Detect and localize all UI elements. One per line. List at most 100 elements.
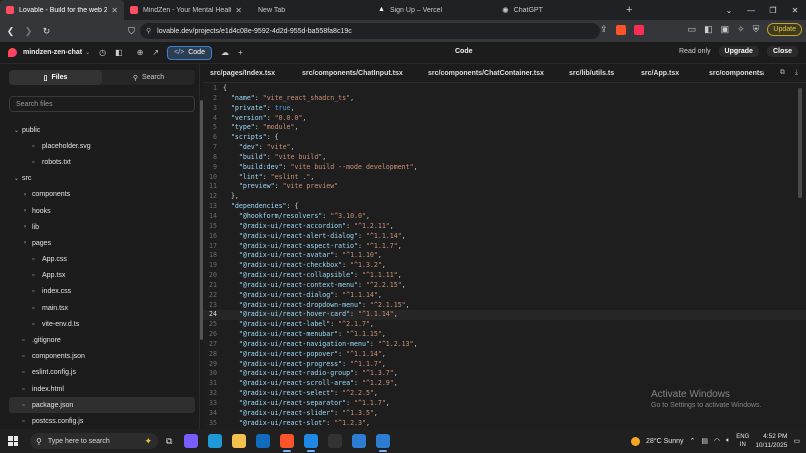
network-icon[interactable]: ▤ — [701, 437, 708, 445]
file-tree-item[interactable]: ▫ vite-env.d.ts — [0, 316, 200, 332]
brave-rewards-icon[interactable] — [633, 24, 644, 35]
code-line[interactable]: 30 "@radix-ui/react-radio-group": "^1.3.… — [203, 369, 806, 379]
brave-shields-icon[interactable] — [615, 24, 626, 35]
code-line[interactable]: 26 "@radix-ui/react-menubar": "^1.1.15", — [203, 330, 806, 340]
file-tree-item[interactable]: › hooks — [0, 203, 200, 219]
code-line[interactable]: 25 "@radix-ui/react-label": "^2.1.7", — [203, 320, 806, 330]
code-line[interactable]: 17 "@radix-ui/react-aspect-ratio": "^1.1… — [203, 242, 806, 252]
wallet-icon[interactable]: ▣ — [721, 24, 730, 35]
code-line[interactable]: 13 "dependencies": { — [203, 202, 806, 212]
editor-tab[interactable]: src/components/ — [709, 70, 764, 77]
code-line[interactable]: 1{ — [203, 84, 806, 94]
code-line[interactable]: 35 "@radix-ui/react-slot": "^1.2.3", — [203, 419, 806, 429]
code-line[interactable]: 15 "@radix-ui/react-accordion": "^1.2.11… — [203, 222, 806, 232]
editor-tab[interactable]: src/pages/Index.tsx — [210, 70, 275, 77]
add-icon[interactable]: + — [238, 48, 243, 57]
tab-search[interactable]: ⚲ Search — [102, 70, 195, 85]
code-line[interactable]: 31 "@radix-ui/react-scroll-area": "^1.2.… — [203, 379, 806, 389]
code-line[interactable]: 21 "@radix-ui/react-context-menu": "^2.2… — [203, 281, 806, 291]
history-icon[interactable]: ◷ — [99, 48, 106, 57]
file-tree-item[interactable]: ▫ robots.txt — [0, 154, 200, 170]
code-button[interactable]: </> Code — [167, 45, 212, 60]
code-line[interactable]: 24 "@radix-ui/react-hover-card": "^1.1.1… — [203, 310, 806, 321]
code-line[interactable]: 12 }, — [203, 192, 806, 202]
code-line[interactable]: 3 "private": true, — [203, 104, 806, 114]
globe-icon[interactable]: ⊕ — [137, 48, 144, 57]
task-view-icon[interactable]: ⧉ — [166, 436, 172, 447]
code-line[interactable]: 11 "preview": "vite preview" — [203, 182, 806, 192]
minimize-icon[interactable]: — — [740, 6, 762, 15]
code-line[interactable]: 29 "@radix-ui/react-progress": "^1.1.7", — [203, 360, 806, 370]
file-tree-item[interactable]: ▫ App.css — [0, 252, 200, 268]
code-line[interactable]: 8 "build": "vite build", — [203, 153, 806, 163]
taskbar-search[interactable]: ⚲ Type here to search ✦ — [30, 433, 158, 449]
taskbar-app-copilot-icon[interactable] — [184, 434, 199, 448]
code-line[interactable]: 19 "@radix-ui/react-checkbox": "^1.3.2", — [203, 261, 806, 271]
code-lines[interactable]: 1{2 "name": "vite_react_shadcn_ts", 3 "pr… — [203, 84, 806, 429]
weather-sun-icon[interactable] — [631, 436, 641, 446]
code-line[interactable]: 20 "@radix-ui/react-collapsible": "^1.1.… — [203, 271, 806, 281]
close-tab-icon[interactable]: ✕ — [231, 6, 242, 15]
chevron-down-icon[interactable]: ⌄ — [85, 49, 90, 56]
file-tree-item[interactable]: ▫ index.css — [0, 284, 200, 300]
language-indicator[interactable]: ENG IN — [736, 433, 749, 449]
search-files-input[interactable]: Search files — [9, 96, 195, 112]
code-line[interactable]: 5 "type": "module", — [203, 123, 806, 133]
browser-tab-chatgpt[interactable]: ✺ ChatGPT — [496, 0, 620, 20]
leo-ai-icon[interactable]: ✧ — [737, 24, 745, 35]
code-line[interactable]: 22 "@radix-ui/react-dialog": "^1.1.14", — [203, 291, 806, 301]
sidebar-icon[interactable]: ◧ — [704, 24, 713, 35]
lovable-logo-icon[interactable] — [8, 48, 17, 57]
file-tree-item[interactable]: ⌄ public — [0, 122, 200, 138]
file-tree-item[interactable]: ▫ package.json — [9, 397, 195, 414]
bookmark-icon[interactable]: ⛉ — [124, 26, 139, 37]
project-name[interactable]: mindzen-zen-chat — [23, 49, 82, 56]
close-window-icon[interactable]: ✕ — [784, 6, 806, 15]
windows-start-icon[interactable] — [8, 436, 18, 446]
weather-text[interactable]: 28°C Sunny — [646, 438, 683, 445]
editor-tab[interactable]: src/components/ChatInput.tsx — [302, 70, 403, 77]
taskbar-app-edge-icon[interactable] — [208, 434, 223, 448]
file-tree-item[interactable]: ▫ placeholder.svg — [0, 138, 200, 154]
code-line[interactable]: 6 "scripts": { — [203, 133, 806, 143]
cloud-icon[interactable]: ☁ — [221, 48, 229, 57]
download-icon[interactable]: ⤓ — [795, 69, 798, 77]
browser-tab-mindzen[interactable]: MindZen - Your Mental Health Comp ✕ — [124, 0, 248, 20]
taskbar-app-vscode-icon[interactable] — [304, 434, 319, 452]
update-button[interactable]: Update — [767, 23, 802, 36]
file-tree-item[interactable]: › pages — [0, 235, 200, 251]
file-tree-item[interactable]: ▫ components.json — [0, 349, 200, 365]
taskbar-app-terminal-icon[interactable] — [328, 434, 343, 448]
taskbar-app-explorer-icon[interactable] — [232, 434, 247, 448]
taskbar-app-brave-icon[interactable] — [280, 434, 295, 452]
chevron-up-icon[interactable]: ⌃ — [689, 437, 695, 445]
file-tree-item[interactable]: ▫ .gitignore — [0, 332, 200, 348]
tab-search-icon[interactable]: ⌄ — [718, 6, 740, 15]
code-line[interactable]: 34 "@radix-ui/react-slider": "^1.3.5", — [203, 409, 806, 419]
url-field[interactable]: ⚲ lovable.dev/projects/e1d4c08e-9592-4d2… — [140, 23, 600, 39]
file-tree-item[interactable]: ▫ App.tsx — [0, 268, 200, 284]
reload-icon[interactable]: ↻ — [39, 26, 54, 37]
editor-scrollbar[interactable] — [798, 88, 802, 198]
reader-mode-icon[interactable]: ▭ — [688, 24, 697, 35]
taskbar-app-outlook-icon[interactable] — [256, 434, 271, 448]
code-line[interactable]: 27 "@radix-ui/react-navigation-menu": "^… — [203, 340, 806, 350]
wifi-icon[interactable]: ◠ — [714, 437, 720, 445]
panel-toggle-icon[interactable]: ◧ — [115, 48, 123, 57]
file-tree-item[interactable]: › components — [0, 187, 200, 203]
code-line[interactable]: 7 "dev": "vite", — [203, 143, 806, 153]
code-line[interactable]: 10 "lint": "eslint .", — [203, 173, 806, 183]
code-line[interactable]: 2 "name": "vite_react_shadcn_ts", — [203, 94, 806, 104]
file-tree-item[interactable]: ▫ main.tsx — [0, 300, 200, 316]
analytics-icon[interactable]: ↗ — [152, 48, 159, 57]
back-icon[interactable]: ❮ — [3, 26, 18, 37]
close-button[interactable]: Close — [766, 46, 798, 57]
browser-tab-vercel[interactable]: ▲ Sign Up – Vercel — [372, 0, 496, 20]
close-tab-icon[interactable]: ✕ — [107, 6, 118, 15]
file-tree-item[interactable]: ▫ eslint.config.js — [0, 365, 200, 381]
code-line[interactable]: 4 "version": "0.0.0", — [203, 114, 806, 124]
notifications-icon[interactable]: ▭ — [793, 437, 800, 445]
file-tree-item[interactable]: ⌄ src — [0, 171, 200, 187]
browser-tab-newtab[interactable]: New Tab — [248, 0, 372, 20]
code-line[interactable]: 16 "@radix-ui/react-alert-dialog": "^1.1… — [203, 232, 806, 242]
